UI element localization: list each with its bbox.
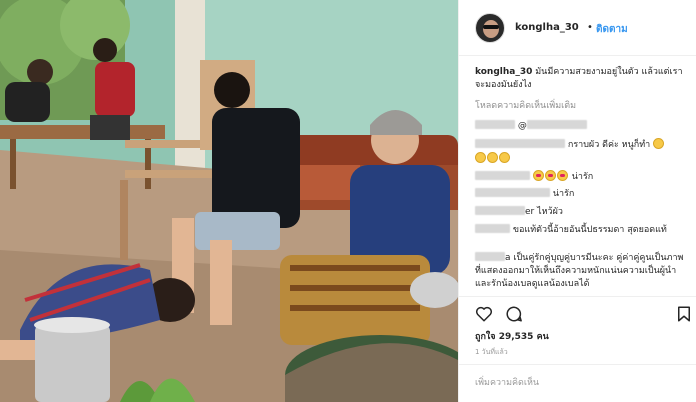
comment-item xyxy=(475,152,687,166)
comment-item: น่ารัก xyxy=(475,188,687,201)
comment-item: น่ารัก xyxy=(475,170,687,184)
load-more-comments[interactable]: โหลดความคิดเห็นเพิ่มเติม xyxy=(475,100,687,113)
redacted-username xyxy=(475,188,550,197)
redacted-mention xyxy=(526,120,587,129)
grin-emoji-icon xyxy=(487,152,498,163)
comment-icon[interactable] xyxy=(505,305,523,323)
redacted-username xyxy=(475,224,510,233)
grin-emoji-icon xyxy=(475,152,486,163)
avatar-sunglasses xyxy=(483,25,499,29)
comment-item: ขอแท้ตัวนี้อ้ายอันนี้ปธรรมดา สุดยอดแท้ xyxy=(475,224,687,237)
post-photo[interactable] xyxy=(0,0,458,402)
follow-button[interactable]: ติดตาม xyxy=(596,22,628,37)
comment-text: น่ารัก xyxy=(571,172,594,182)
bookmark-icon[interactable] xyxy=(675,305,693,323)
comment-text: น่ารัก xyxy=(552,189,575,199)
caption-username[interactable]: konglha_30 xyxy=(475,67,532,77)
heart-icon[interactable] xyxy=(475,305,493,323)
redacted-username xyxy=(475,206,525,215)
comment-item: a เป็นคู่รักคู่บุญคู่บารมีนะคะ คู่ค่าคู่… xyxy=(475,252,687,291)
comment-text: ขอแท้ตัวนี้อ้ายอันนี้ปธรรมดา สุดยอดแท้ xyxy=(512,225,667,235)
comment-item: er ไหว้ผัว xyxy=(475,206,687,219)
likes-prefix: ถูกใจ xyxy=(475,332,496,342)
comment-item: กราบผัว ดีค่ะ หนูก็ทำ xyxy=(475,138,687,152)
likes-number: 29,535 xyxy=(498,332,534,342)
heart-eyes-emoji-icon xyxy=(556,170,568,181)
post-timestamp[interactable]: 1 วันที่แล้ว xyxy=(475,347,508,358)
post-photo-scene xyxy=(0,0,458,402)
redacted-username xyxy=(475,139,565,148)
comment-text: กราบผัว ดีค่ะ หนูก็ทำ xyxy=(567,140,651,150)
header-username[interactable]: konglha_30 xyxy=(515,22,579,33)
comment-input[interactable] xyxy=(475,375,675,391)
avatar[interactable] xyxy=(475,13,505,43)
likes-count[interactable]: ถูกใจ 29,535 คน xyxy=(475,329,549,343)
add-comment-bar xyxy=(459,364,696,402)
heart-eyes-emoji-icon xyxy=(544,170,556,181)
post-actions-bar xyxy=(459,296,696,326)
redacted-username xyxy=(475,252,505,261)
grin-emoji-icon xyxy=(499,152,510,163)
grin-emoji-icon xyxy=(653,138,665,149)
comment-item: @ xyxy=(475,120,687,133)
caption: konglha_30 มันมีความสวยงามอยู่ในตัว แล้ว… xyxy=(475,66,687,92)
likes-suffix: คน xyxy=(536,332,549,342)
instagram-post-view: konglha_30 • ติดตาม konglha_30 มันมีความ… xyxy=(0,0,696,402)
post-side-panel: konglha_30 • ติดตาม konglha_30 มันมีความ… xyxy=(458,0,696,402)
comment-text: @ xyxy=(517,121,527,131)
comment-text: a เป็นคู่รักคู่บุญคู่บารมีนะคะ คู่ค่าคู่… xyxy=(475,253,684,289)
redacted-username xyxy=(475,120,515,129)
header-separator: • xyxy=(587,22,593,33)
comment-text: er ไหว้ผัว xyxy=(525,207,563,217)
heart-eyes-emoji-icon xyxy=(532,170,544,181)
redacted-username xyxy=(475,171,530,180)
post-header: konglha_30 • ติดตาม xyxy=(459,0,696,56)
avatar-face xyxy=(483,20,499,38)
